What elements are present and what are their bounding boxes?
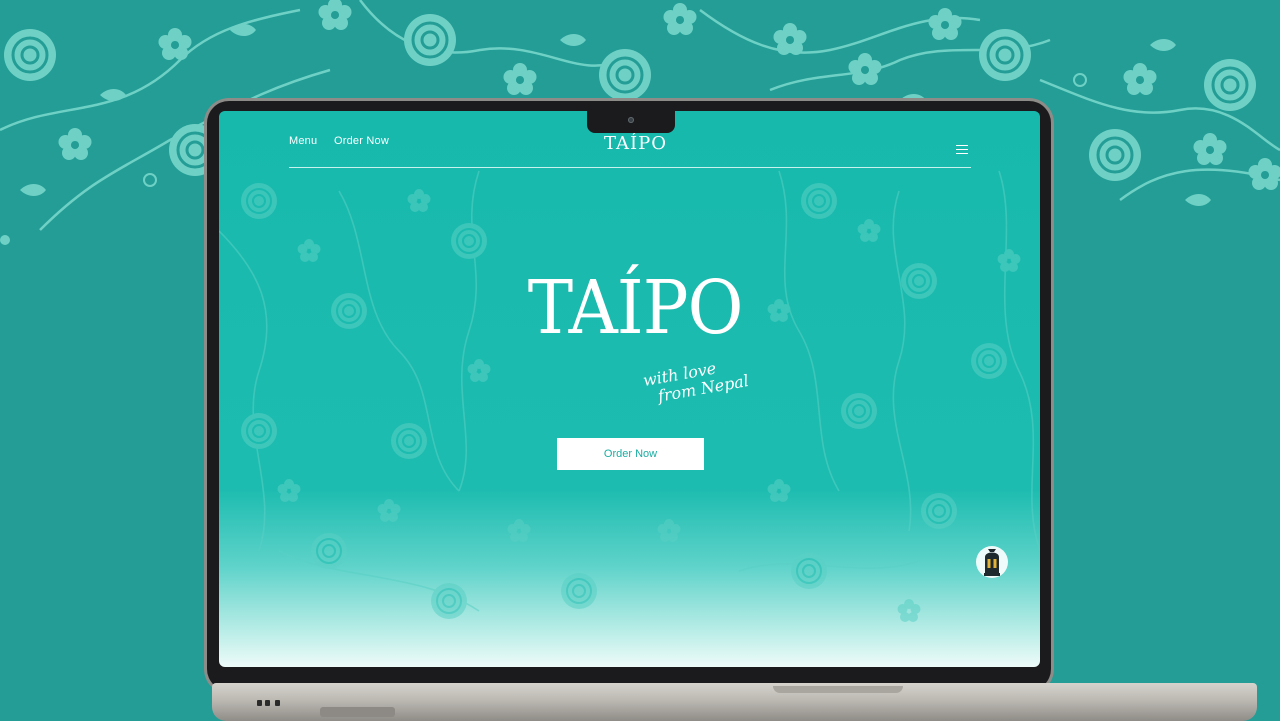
laptop-foot (320, 707, 395, 717)
order-now-button[interactable]: Order Now (557, 438, 704, 470)
laptop-port (257, 700, 262, 706)
camera-icon (628, 117, 634, 123)
nav-link-menu[interactable]: Menu (289, 135, 317, 147)
brand-logo[interactable]: TAÍPO (604, 133, 667, 154)
website-screen: Menu Order Now TAÍPO TAÍPO with love fro… (219, 111, 1040, 667)
laptop-port (265, 700, 270, 706)
lantern-chat-icon[interactable] (976, 543, 1008, 581)
nav-divider (289, 167, 971, 168)
screen-floral-pattern (219, 170, 1040, 622)
laptop-opening-lip (773, 686, 903, 693)
hamburger-menu-icon[interactable] (956, 145, 968, 155)
nav-link-order-now[interactable]: Order Now (334, 135, 389, 147)
hero-title: TAÍPO (527, 265, 744, 351)
laptop-port (275, 700, 280, 706)
